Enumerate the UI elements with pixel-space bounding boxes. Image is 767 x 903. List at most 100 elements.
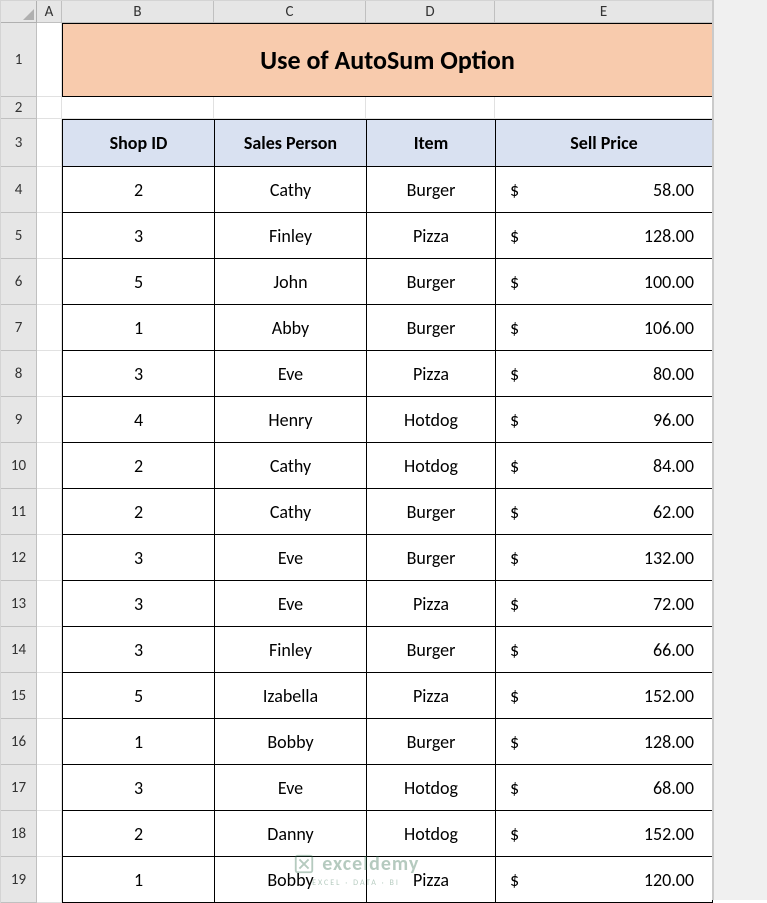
cell[interactable] xyxy=(37,397,62,443)
cell-sales-person[interactable]: Finley xyxy=(214,213,366,259)
row-header[interactable]: 5 xyxy=(1,213,37,259)
cell-sell-price[interactable]: $80.00 xyxy=(495,351,713,397)
cell-shop-id[interactable]: 1 xyxy=(62,305,214,351)
cell-sell-price[interactable]: $106.00 xyxy=(495,305,713,351)
row-header[interactable]: 10 xyxy=(1,443,37,489)
cell-sales-person[interactable]: John xyxy=(214,259,366,305)
cell-sell-price[interactable]: $152.00 xyxy=(495,811,713,857)
cell-shop-id[interactable]: 1 xyxy=(62,719,214,765)
row-header[interactable]: 12 xyxy=(1,535,37,581)
cell[interactable] xyxy=(37,673,62,719)
spreadsheet-grid[interactable]: A B C D E 1 2 3 4 5 6 7 8 9 10 11 12 13 … xyxy=(0,0,767,903)
cell-sell-price[interactable]: $68.00 xyxy=(495,765,713,811)
table-header-shop-id[interactable]: Shop ID xyxy=(62,119,214,167)
cell[interactable] xyxy=(37,443,62,489)
row-header[interactable]: 8 xyxy=(1,351,37,397)
cell-sales-person[interactable]: Danny xyxy=(214,811,366,857)
cell-shop-id[interactable]: 5 xyxy=(62,673,214,719)
cell-sales-person[interactable]: Cathy xyxy=(214,489,366,535)
cell-sell-price[interactable]: $128.00 xyxy=(495,719,713,765)
cell-shop-id[interactable]: 1 xyxy=(62,857,214,903)
cell-sell-price[interactable]: $62.00 xyxy=(495,489,713,535)
cell[interactable] xyxy=(37,23,62,97)
cell-sell-price[interactable]: $66.00 xyxy=(495,627,713,673)
cell-shop-id[interactable]: 3 xyxy=(62,213,214,259)
row-header[interactable]: 13 xyxy=(1,581,37,627)
cell-sales-person[interactable]: Cathy xyxy=(214,167,366,213)
cell-shop-id[interactable]: 2 xyxy=(62,443,214,489)
cell-sales-person[interactable]: Bobby xyxy=(214,719,366,765)
cell-sales-person[interactable]: Henry xyxy=(214,397,366,443)
cell-sell-price[interactable]: $120.00 xyxy=(495,857,713,903)
page-title[interactable]: Use of AutoSum Option xyxy=(62,23,713,97)
cell-sales-person[interactable]: Eve xyxy=(214,765,366,811)
row-header[interactable]: 1 xyxy=(1,23,37,97)
cell-item[interactable]: Burger xyxy=(366,535,495,581)
cell-item[interactable]: Burger xyxy=(366,489,495,535)
cell-sell-price[interactable]: $58.00 xyxy=(495,167,713,213)
col-header-e[interactable]: E xyxy=(495,1,713,23)
col-header-b[interactable]: B xyxy=(62,1,214,23)
col-header-c[interactable]: C xyxy=(214,1,366,23)
cell-shop-id[interactable]: 2 xyxy=(62,167,214,213)
select-all-corner[interactable] xyxy=(1,1,37,23)
cell-shop-id[interactable]: 3 xyxy=(62,765,214,811)
col-header-d[interactable]: D xyxy=(366,1,495,23)
cell-item[interactable]: Hotdog xyxy=(366,765,495,811)
cell[interactable] xyxy=(214,97,366,119)
cell[interactable] xyxy=(37,167,62,213)
cell-sell-price[interactable]: $96.00 xyxy=(495,397,713,443)
cell-item[interactable]: Hotdog xyxy=(366,443,495,489)
cell[interactable] xyxy=(366,97,495,119)
cell[interactable] xyxy=(37,213,62,259)
cell-shop-id[interactable]: 4 xyxy=(62,397,214,443)
cell[interactable] xyxy=(37,627,62,673)
cell[interactable] xyxy=(37,97,62,119)
cell-sell-price[interactable]: $128.00 xyxy=(495,213,713,259)
row-header[interactable]: 16 xyxy=(1,719,37,765)
row-header[interactable]: 17 xyxy=(1,765,37,811)
cell-sales-person[interactable]: Finley xyxy=(214,627,366,673)
cell-shop-id[interactable]: 3 xyxy=(62,581,214,627)
cell[interactable] xyxy=(37,489,62,535)
row-header[interactable]: 3 xyxy=(1,119,37,167)
cell-shop-id[interactable]: 3 xyxy=(62,627,214,673)
cell-shop-id[interactable]: 3 xyxy=(62,351,214,397)
table-header-sell-price[interactable]: Sell Price xyxy=(495,119,713,167)
cell-shop-id[interactable]: 5 xyxy=(62,259,214,305)
cell-item[interactable]: Pizza xyxy=(366,581,495,627)
cell[interactable] xyxy=(37,581,62,627)
cell-sales-person[interactable]: Abby xyxy=(214,305,366,351)
row-header[interactable]: 9 xyxy=(1,397,37,443)
cell[interactable] xyxy=(37,765,62,811)
row-header[interactable]: 11 xyxy=(1,489,37,535)
row-header[interactable]: 2 xyxy=(1,97,37,119)
cell[interactable] xyxy=(37,305,62,351)
cell-shop-id[interactable]: 3 xyxy=(62,535,214,581)
cell[interactable] xyxy=(37,119,62,167)
cell-item[interactable]: Burger xyxy=(366,305,495,351)
col-header-a[interactable]: A xyxy=(37,1,62,23)
cell-sell-price[interactable]: $100.00 xyxy=(495,259,713,305)
cell-sell-price[interactable]: $152.00 xyxy=(495,673,713,719)
cell[interactable] xyxy=(37,259,62,305)
cell-sales-person[interactable]: Bobby xyxy=(214,857,366,903)
cell-sales-person[interactable]: Izabella xyxy=(214,673,366,719)
cell-shop-id[interactable]: 2 xyxy=(62,811,214,857)
cell-sell-price[interactable]: $84.00 xyxy=(495,443,713,489)
cell-item[interactable]: Pizza xyxy=(366,673,495,719)
cell-sales-person[interactable]: Eve xyxy=(214,535,366,581)
row-header[interactable]: 7 xyxy=(1,305,37,351)
row-header[interactable]: 6 xyxy=(1,259,37,305)
cell[interactable] xyxy=(62,97,214,119)
table-header-sales-person[interactable]: Sales Person xyxy=(214,119,366,167)
cell-item[interactable]: Pizza xyxy=(366,213,495,259)
cell[interactable] xyxy=(37,535,62,581)
row-header[interactable]: 4 xyxy=(1,167,37,213)
cell-item[interactable]: Hotdog xyxy=(366,811,495,857)
cell-item[interactable]: Hotdog xyxy=(366,397,495,443)
row-header[interactable]: 18 xyxy=(1,811,37,857)
cell-item[interactable]: Burger xyxy=(366,259,495,305)
cell[interactable] xyxy=(37,811,62,857)
cell-item[interactable]: Burger xyxy=(366,627,495,673)
